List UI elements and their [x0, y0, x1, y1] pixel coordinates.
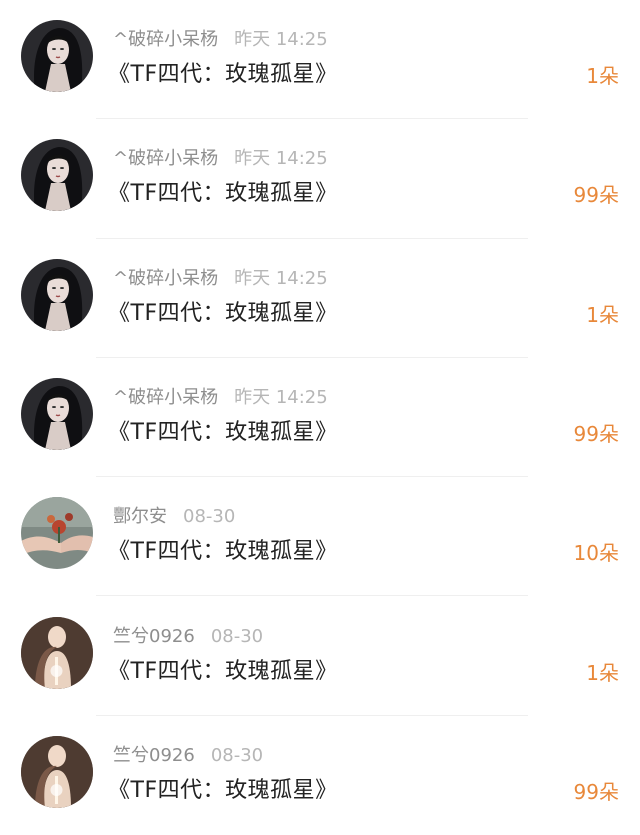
flower-count: 99朵	[573, 421, 619, 446]
timestamp: 08-30	[210, 744, 264, 766]
flower-count: 99朵	[573, 779, 619, 804]
comment-meta: ^破碎小呆杨 昨天 14:25	[113, 145, 328, 173]
timestamp: 08-30	[183, 506, 236, 528]
avatar[interactable]	[21, 20, 93, 92]
list-item[interactable]: 竺兮0926 08-30 《TF四代：玫瑰孤星》 1朵	[0, 597, 640, 716]
username[interactable]: 竺兮0926	[113, 626, 195, 647]
comment-meta: ^破碎小呆杨 昨天 14:25	[113, 384, 328, 412]
flower-count: 99朵	[573, 183, 619, 208]
comment-meta: ^破碎小呆杨 昨天 14:25	[113, 26, 328, 54]
comment-list: ^破碎小呆杨 昨天 14:25 《TF四代：玫瑰孤星》 1朵 ^破碎小呆杨 昨天 1…	[0, 0, 640, 834]
username[interactable]: 竺兮0926	[113, 745, 195, 766]
username[interactable]: ^破碎小呆杨	[113, 387, 218, 408]
list-item[interactable]: ^破碎小呆杨 昨天 14:25 《TF四代：玫瑰孤星》 99朵	[0, 119, 640, 239]
comment-title: 《TF四代：玫瑰孤星》	[108, 62, 338, 87]
avatar[interactable]	[21, 616, 93, 689]
comment-meta: 竺兮0926 08-30	[113, 623, 263, 651]
list-item[interactable]: ^破碎小呆杨 昨天 14:25 《TF四代：玫瑰孤星》 1朵	[0, 239, 640, 358]
flower-count: 1朵	[586, 64, 619, 88]
avatar[interactable]	[21, 377, 93, 450]
timestamp: 08-30	[210, 625, 264, 647]
comment-title: 《TF四代：玫瑰孤星》	[108, 300, 338, 326]
avatar[interactable]	[21, 139, 93, 212]
flower-count: 1朵	[586, 660, 619, 685]
comment-title: 《TF四代：玫瑰孤星》	[108, 539, 338, 565]
list-item[interactable]: ^破碎小呆杨 昨天 14:25 《TF四代：玫瑰孤星》 99朵	[0, 358, 640, 478]
timestamp: 昨天 14:25	[234, 148, 328, 170]
comment-title: 《TF四代：玫瑰孤星》	[108, 419, 338, 445]
username[interactable]: 酆尔安	[113, 506, 167, 527]
username[interactable]: ^破碎小呆杨	[113, 268, 218, 289]
timestamp: 昨天 14:25	[234, 267, 328, 289]
comment-title: 《TF四代：玫瑰孤星》	[108, 777, 338, 803]
comment-meta: 竺兮0926 08-30	[113, 742, 263, 770]
timestamp: 昨天 14:25	[234, 29, 328, 50]
comment-title: 《TF四代：玫瑰孤星》	[108, 658, 338, 684]
list-item[interactable]: ^破碎小呆杨 昨天 14:25 《TF四代：玫瑰孤星》 1朵	[0, 0, 640, 120]
comment-meta: ^破碎小呆杨 昨天 14:25	[113, 265, 328, 293]
avatar[interactable]	[21, 258, 93, 331]
avatar[interactable]	[21, 735, 93, 808]
list-item[interactable]: 竺兮0926 08-30 《TF四代：玫瑰孤星》 99朵	[0, 716, 640, 835]
username[interactable]: ^破碎小呆杨	[113, 29, 218, 50]
timestamp: 昨天 14:25	[234, 386, 328, 408]
flower-count: 10朵	[573, 541, 619, 566]
comment-title: 《TF四代：玫瑰孤星》	[108, 181, 338, 207]
avatar[interactable]	[21, 497, 93, 570]
comment-meta: 酆尔安 08-30	[113, 503, 235, 531]
flower-count: 1朵	[586, 302, 619, 327]
username[interactable]: ^破碎小呆杨	[113, 148, 218, 169]
list-item[interactable]: 酆尔安 08-30 《TF四代：玫瑰孤星》 10朵	[0, 477, 640, 597]
